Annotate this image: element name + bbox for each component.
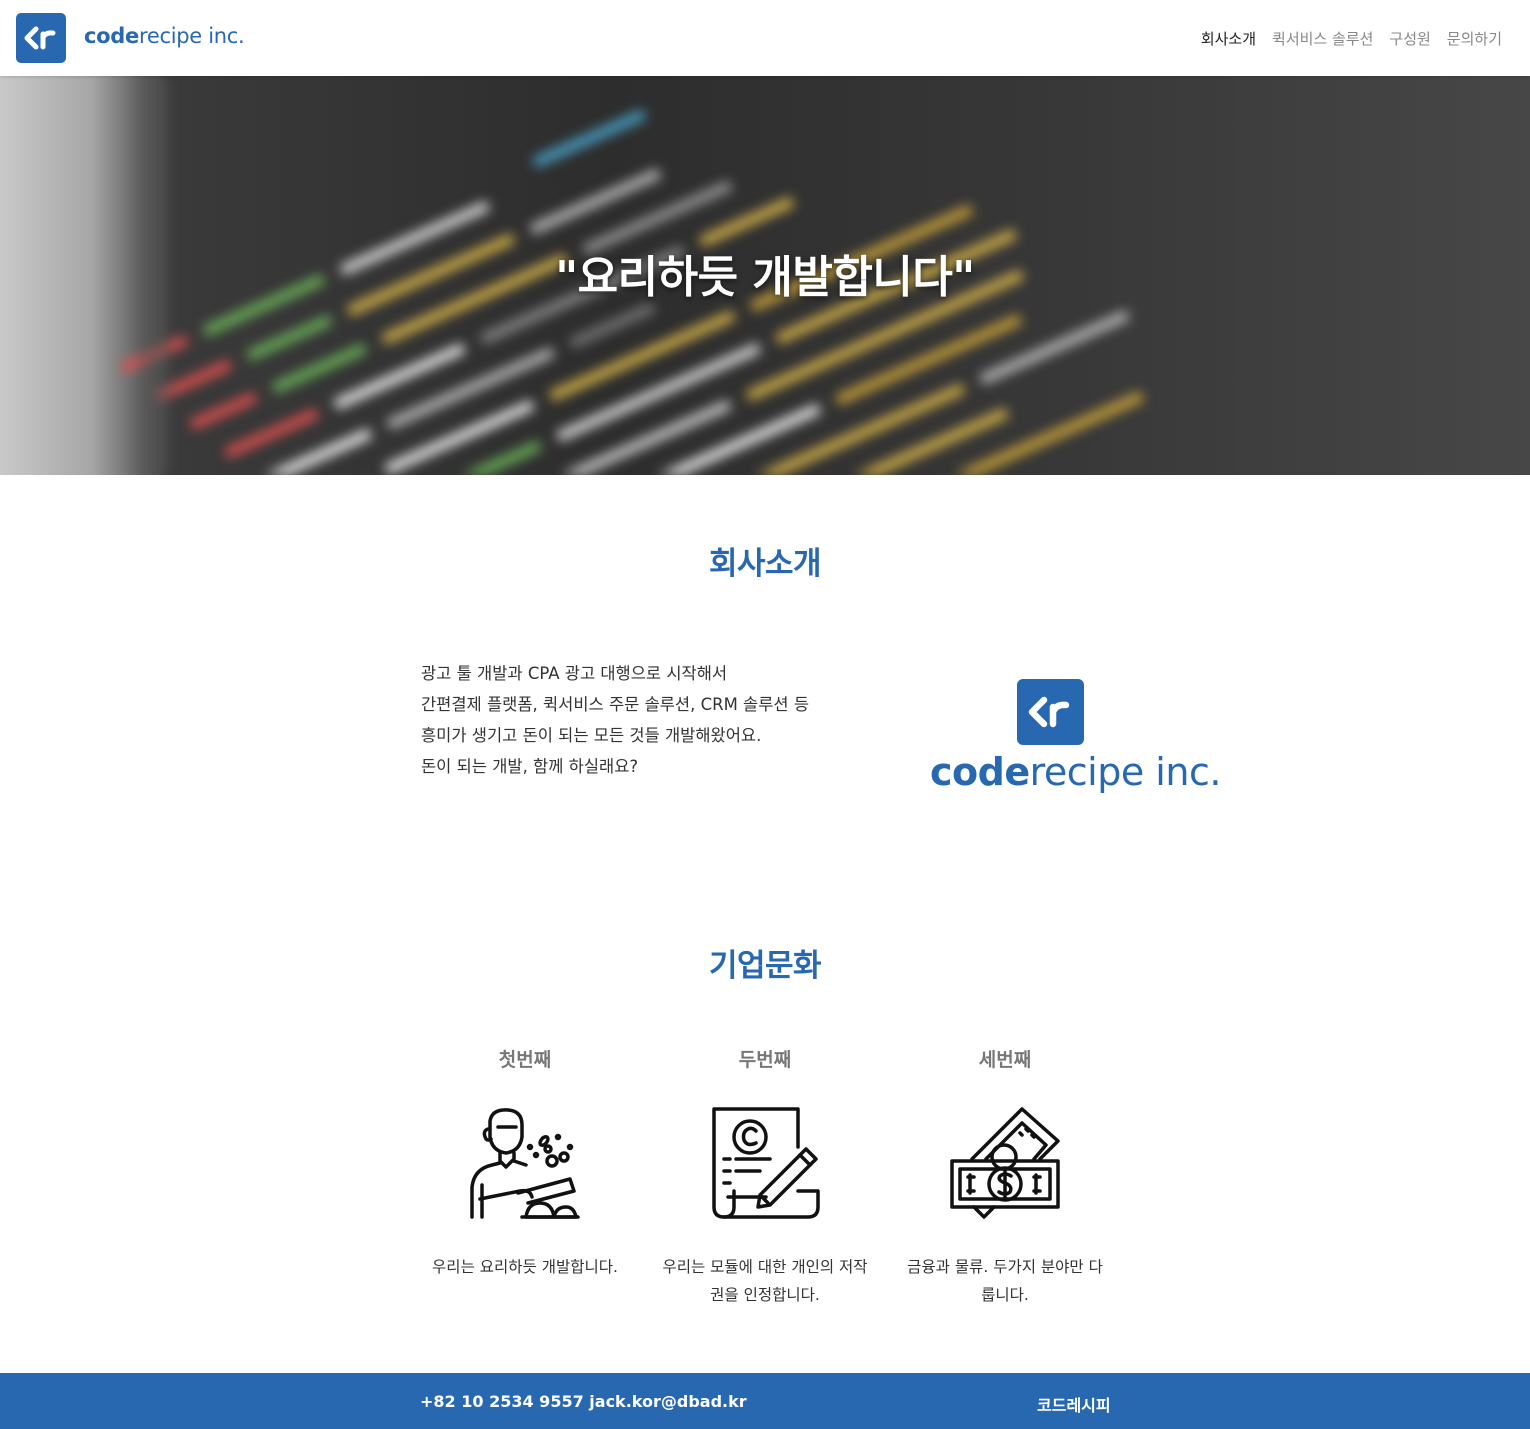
culture-title: 기업문화	[708, 948, 822, 984]
culture-item-third: 세번째 금융과 물류. 두가지 분야만 다룹니다.	[900, 1045, 1110, 1309]
nav-quick-service[interactable]: 퀵서비스 솔루션	[1272, 28, 1373, 49]
about-logo-rest: recipe inc.	[1029, 750, 1222, 794]
about-line: 돈이 되는 개발, 함께 하실래요?	[421, 757, 639, 776]
about-title: 회사소개	[708, 546, 822, 582]
culture-item-title: 첫번째	[498, 1049, 552, 1071]
culture-item-title: 두번째	[738, 1049, 792, 1071]
chef-cooking-icon	[470, 1108, 580, 1219]
main-nav: 회사소개 퀵서비스 솔루션 구성원 문의하기	[1201, 28, 1502, 49]
about-logo-icon	[1017, 679, 1084, 745]
about-line: 흥미가 생기고 돈이 되는 모든 것들 개발해왔어요.	[421, 726, 762, 745]
culture-item-second: 두번째 우리는 모듈에 대한 개인의 저작권을 인정합니다.	[660, 1045, 870, 1309]
footer-contact[interactable]: +82 10 2534 9557 jack.kor@dbad.kr	[420, 1392, 747, 1411]
about-line: 간편결제 플랫폼, 퀵서비스 주문 솔루션, CRM 솔루션 등	[421, 695, 810, 714]
culture-item-desc: 우리는 요리하듯 개발합니다.	[432, 1258, 618, 1276]
about-logo-wordmark: coderecipe inc.	[930, 750, 1221, 794]
about-logo-bold: code	[930, 750, 1030, 794]
hero-title: "요리하듯 개발합니다"	[555, 252, 975, 303]
site-header: coderecipe inc. 회사소개 퀵서비스 솔루션 구성원 문의하기	[0, 0, 1530, 76]
logo-bold: code	[84, 24, 139, 48]
nav-members[interactable]: 구성원	[1389, 28, 1430, 49]
site-footer: +82 10 2534 9557 jack.kor@dbad.kr 코드레시피	[0, 1373, 1530, 1429]
logo-icon[interactable]	[16, 13, 66, 63]
logo-wordmark[interactable]: coderecipe inc.	[84, 24, 245, 48]
about-description: 광고 툴 개발과 CPA 광고 대행으로 시작해서 간편결제 플랫폼, 퀵서비스…	[421, 658, 861, 782]
culture-item-desc: 우리는 모듈에 대한 개인의 저작권을 인정합니다.	[662, 1258, 868, 1304]
logo-rest: recipe inc.	[138, 24, 245, 48]
culture-item-title: 세번째	[978, 1049, 1032, 1071]
culture-item-desc: 금융과 물류. 두가지 분야만 다룹니다.	[907, 1258, 1103, 1304]
culture-item-first: 첫번째 우리는 요리하듯 개발합니다.	[420, 1045, 630, 1281]
nav-contact[interactable]: 문의하기	[1447, 28, 1502, 49]
hero-banner: "요리하듯 개발합니다"	[0, 76, 1530, 475]
copyright-document-icon	[712, 1107, 820, 1219]
nav-about[interactable]: 회사소개	[1201, 28, 1256, 49]
footer-brand: 코드레시피	[1037, 1396, 1111, 1415]
about-line: 광고 툴 개발과 CPA 광고 대행으로 시작해서	[421, 664, 728, 683]
money-bills-icon	[950, 1107, 1060, 1219]
